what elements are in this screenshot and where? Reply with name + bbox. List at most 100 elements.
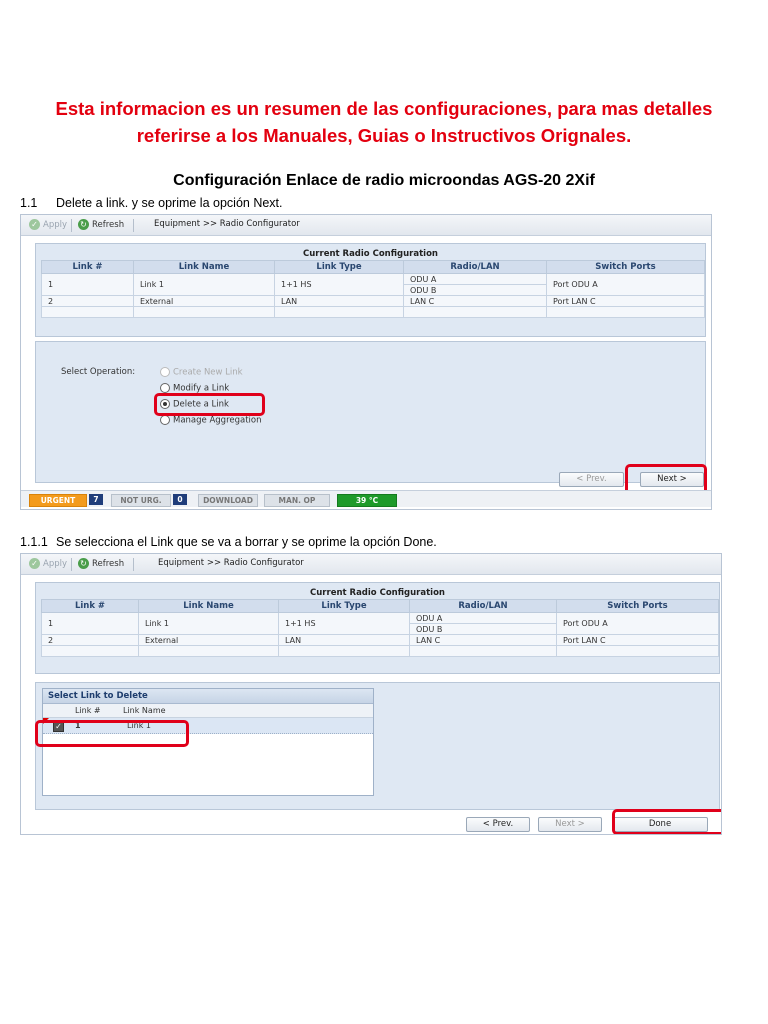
col-link-type: Link Type: [278, 599, 410, 613]
col-link-name: Link Name: [133, 260, 275, 274]
step-text: Delete a link. y se oprime la opción Nex…: [56, 196, 283, 210]
cell-radio: LAN C: [403, 295, 547, 307]
col-link-num: Link #: [41, 260, 134, 274]
apply-button[interactable]: ✓ Apply: [29, 558, 67, 571]
radio-button: [160, 367, 170, 377]
not-urgent-count-badge: 0: [173, 494, 187, 505]
step-number: 1.1.1: [20, 535, 48, 549]
cell-radio: ODU A: [403, 273, 547, 285]
table-row: [41, 645, 719, 657]
cell-switch-port: Port ODU A: [556, 612, 719, 635]
prev-button[interactable]: < Prev.: [559, 472, 624, 487]
notice-line-1: Esta informacion es un resumen de las co…: [55, 98, 713, 119]
download-status[interactable]: DOWNLOAD: [198, 494, 258, 507]
col-link-name: Link Name: [138, 599, 279, 613]
status-bar: URGENT 7 NOT URG. 0 DOWNLOAD MAN. OP 39 …: [21, 490, 711, 507]
prev-button[interactable]: < Prev.: [466, 817, 530, 832]
screenshot-delete-link: ✓ Apply ↻ Refresh Equipment >> Radio Confi…: [20, 214, 712, 510]
temperature-badge: 39 °C: [337, 494, 397, 507]
urgent-alarms[interactable]: URGENT: [29, 494, 87, 507]
operation-panel: Select Operation: Create New Link Modify…: [35, 341, 706, 487]
refresh-label: Refresh: [92, 220, 125, 230]
refresh-label: Refresh: [92, 559, 125, 569]
urgent-count-badge: 7: [89, 494, 103, 505]
cell-link-num: 1: [41, 612, 139, 635]
document-title: Configuración Enlace de radio microondas…: [173, 172, 595, 189]
cell-link-type: 1+1 HS: [274, 273, 404, 296]
apply-label: Apply: [43, 220, 67, 230]
cell-radio: LAN C: [409, 634, 557, 646]
cell-link-type: 1+1 HS: [278, 612, 410, 635]
cell-link-type: LAN: [278, 634, 410, 646]
table-row: 2 External LAN LAN C Port LAN C: [41, 295, 705, 307]
select-link-header: Link # Link Name: [43, 704, 373, 718]
screenshot-select-link: ✓ Apply ↻ Refresh Equipment >> Radio Confi…: [20, 553, 722, 835]
notice-line-2: referirse a los Manuales, Guias o Instru…: [136, 125, 632, 146]
check-icon: ✓: [29, 558, 40, 569]
cell-link-num: 2: [41, 295, 134, 307]
col-link-type: Link Type: [274, 260, 404, 274]
cell-radio: ODU B: [403, 284, 547, 296]
cell-radio: ODU B: [409, 623, 557, 635]
breadcrumb: Equipment >> Radio Configurator: [154, 219, 300, 229]
cell-link-name: External: [138, 634, 279, 646]
radio-modify-link[interactable]: Modify a Link: [160, 383, 229, 394]
cell-link-type: LAN: [274, 295, 404, 307]
highlight-delete-link: [154, 393, 265, 416]
toolbar-divider: [133, 558, 134, 571]
highlight-done-button: [612, 809, 721, 834]
col-link-num: Link #: [41, 599, 139, 613]
next-button[interactable]: Next >: [538, 817, 602, 832]
table-row: 1 Link 1 1+1 HS ODU A Port ODU A: [41, 612, 719, 635]
refresh-button[interactable]: ↻ Refresh: [78, 558, 124, 571]
table-row: 1 Link 1 1+1 HS ODU A Port ODU A: [41, 273, 705, 296]
option-label: Manage Aggregation: [173, 415, 262, 426]
col-radio-lan: Radio/LAN: [403, 260, 547, 274]
current-config-panel: Current Radio Configuration Link # Link …: [35, 582, 720, 674]
refresh-button[interactable]: ↻ Refresh: [78, 219, 124, 232]
toolbar-divider: [133, 219, 134, 232]
check-icon: ✓: [29, 219, 40, 230]
col-link-name: Link Name: [123, 706, 166, 715]
cell-link-name: Link 1: [133, 273, 275, 296]
col-link-num: Link #: [75, 706, 101, 715]
cell-link-num: 2: [41, 634, 139, 646]
cell-switch-port: Port LAN C: [556, 634, 719, 646]
select-link-title: Select Link to Delete: [43, 689, 373, 704]
toolbar: ✓ Apply ↻ Refresh Equipment >> Radio Confi…: [21, 215, 711, 236]
refresh-icon: ↻: [78, 219, 89, 230]
not-urgent-alarms[interactable]: NOT URG.: [111, 494, 171, 507]
refresh-icon: ↻: [78, 558, 89, 569]
step-1-1: 1.1 Delete a link. y se oprime la opción …: [20, 196, 283, 210]
config-table: Link # Link Name Link Type Radio/LAN Swi…: [41, 599, 719, 657]
config-title: Current Radio Configuration: [303, 249, 438, 259]
cell-link-num: 1: [41, 273, 134, 296]
option-label: Modify a Link: [173, 383, 230, 394]
col-radio-lan: Radio/LAN: [409, 599, 557, 613]
select-operation-label: Select Operation:: [61, 367, 136, 377]
config-title: Current Radio Configuration: [310, 588, 445, 598]
radio-create-new-link: Create New Link: [160, 367, 243, 378]
cell-radio: ODU A: [409, 612, 557, 624]
config-table: Link # Link Name Link Type Radio/LAN Swi…: [41, 260, 705, 318]
cell-switch-port: Port ODU A: [546, 273, 705, 296]
radio-button[interactable]: [160, 415, 170, 425]
cell-link-name: External: [133, 295, 275, 307]
cell-switch-port: Port LAN C: [546, 295, 705, 307]
cell-link-name: Link 1: [138, 612, 279, 635]
col-switch-ports: Switch Ports: [556, 599, 719, 613]
step-text: Se selecciona el Link que se va a borrar…: [56, 535, 437, 549]
apply-button[interactable]: ✓ Apply: [29, 219, 67, 232]
toolbar-divider: [71, 558, 72, 571]
step-1-1-1: 1.1.1 Se selecciona el Link que se va a b…: [20, 535, 437, 549]
table-row: 2 External LAN LAN C Port LAN C: [41, 634, 719, 646]
radio-manage-aggregation[interactable]: Manage Aggregation: [160, 415, 262, 426]
apply-label: Apply: [43, 559, 67, 569]
radio-button[interactable]: [160, 383, 170, 393]
highlight-selected-link: [35, 720, 189, 747]
option-label: Create New Link: [173, 367, 243, 378]
col-switch-ports: Switch Ports: [546, 260, 705, 274]
breadcrumb: Equipment >> Radio Configurator: [158, 558, 304, 568]
toolbar: ✓ Apply ↻ Refresh Equipment >> Radio Confi…: [21, 554, 721, 575]
manual-operation-status[interactable]: MAN. OP: [264, 494, 330, 507]
